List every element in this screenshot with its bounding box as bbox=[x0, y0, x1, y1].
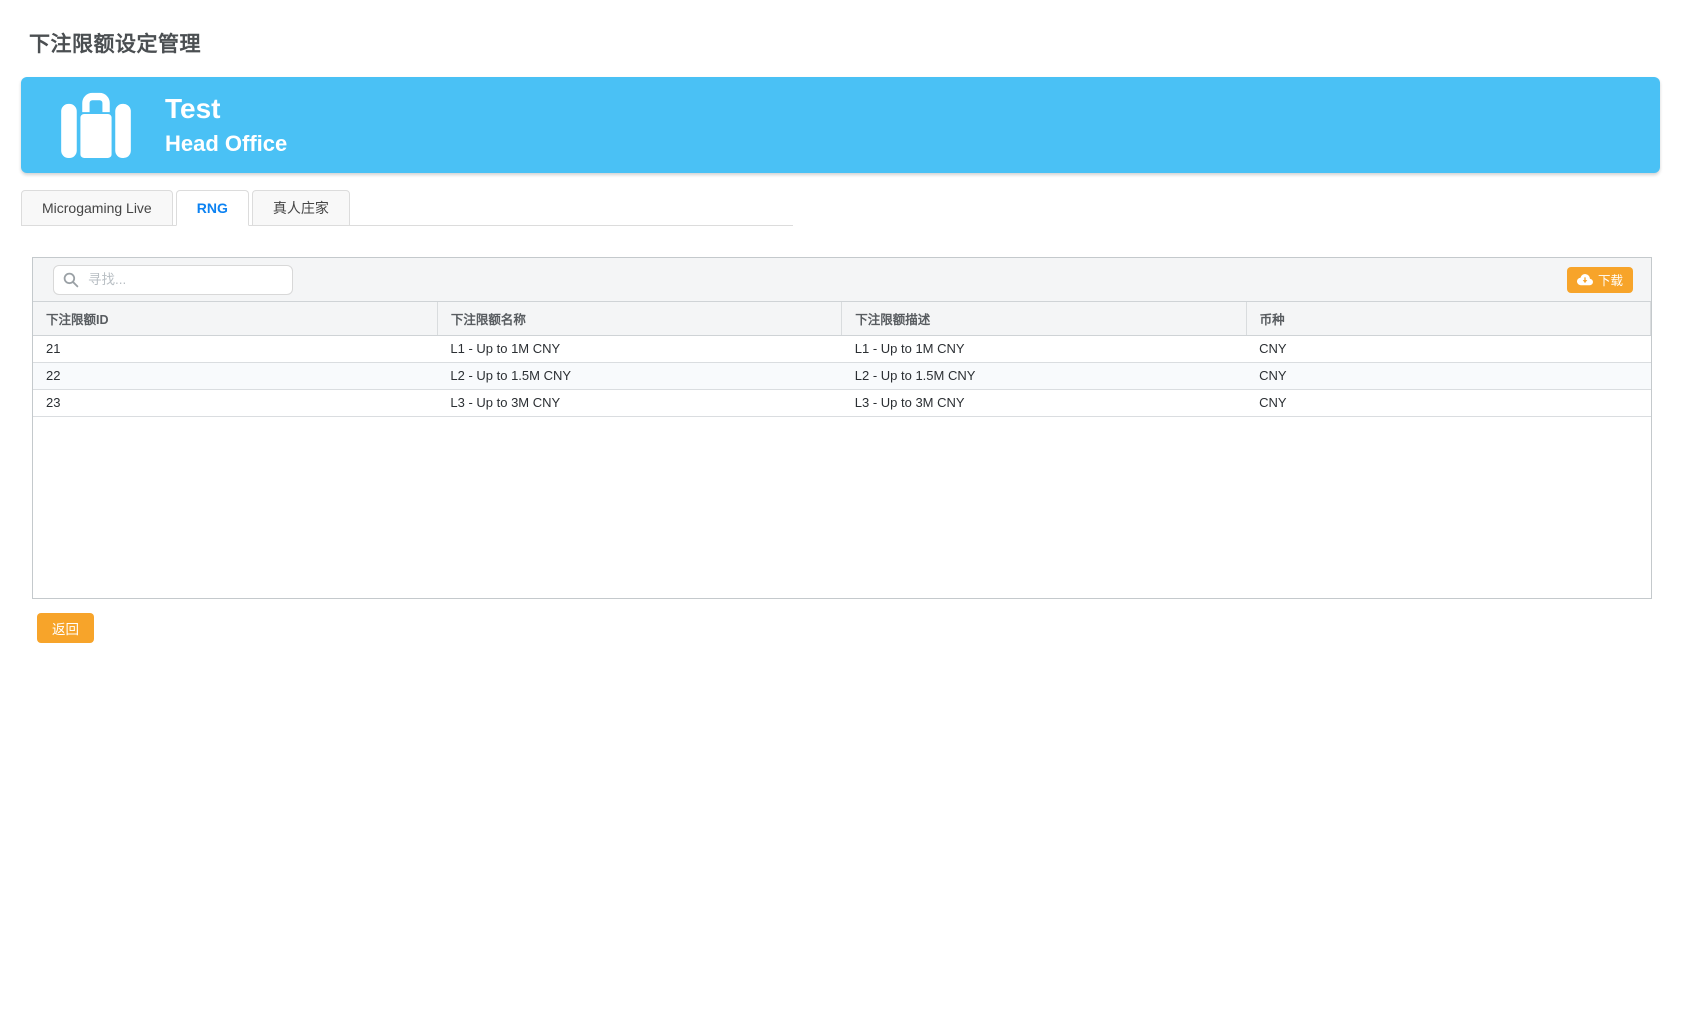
tab-bar: Microgaming LiveRNG真人庄家 bbox=[21, 190, 793, 226]
column-header-3: 币种 bbox=[1246, 302, 1650, 335]
table-cell: L2 - Up to 1.5M CNY bbox=[437, 362, 841, 389]
tab-microgaming-live[interactable]: Microgaming Live bbox=[21, 190, 173, 226]
briefcase-icon bbox=[60, 92, 132, 158]
table-cell: CNY bbox=[1246, 335, 1650, 362]
merchant-subtitle: Head Office bbox=[165, 132, 287, 156]
download-label: 下载 bbox=[1598, 270, 1623, 289]
table-cell: CNY bbox=[1246, 389, 1650, 416]
column-header-0: 下注限额ID bbox=[33, 302, 437, 335]
table-cell: L2 - Up to 1.5M CNY bbox=[842, 362, 1246, 389]
tab-真人庄家[interactable]: 真人庄家 bbox=[252, 190, 350, 226]
merchant-name: Test bbox=[165, 94, 287, 125]
table-cell: L3 - Up to 3M CNY bbox=[842, 389, 1246, 416]
back-button[interactable]: 返回 bbox=[37, 613, 94, 643]
cloud-download-icon bbox=[1577, 274, 1593, 286]
tab-rng[interactable]: RNG bbox=[176, 190, 249, 226]
table-cell: L1 - Up to 1M CNY bbox=[842, 335, 1246, 362]
table-cell: L3 - Up to 3M CNY bbox=[437, 389, 841, 416]
limits-panel: 下载 下注限额ID下注限额名称下注限额描述币种 21L1 - Up to 1M … bbox=[32, 257, 1652, 599]
table-cell: 23 bbox=[33, 389, 437, 416]
table-cell: CNY bbox=[1246, 362, 1650, 389]
panel-toolbar: 下载 bbox=[33, 258, 1651, 302]
download-button[interactable]: 下载 bbox=[1567, 267, 1633, 293]
table-body: 21L1 - Up to 1M CNYL1 - Up to 1M CNYCNY2… bbox=[33, 335, 1651, 416]
table-cell: 22 bbox=[33, 362, 437, 389]
table-row[interactable]: 23L3 - Up to 3M CNYL3 - Up to 3M CNYCNY bbox=[33, 389, 1651, 416]
column-header-1: 下注限额名称 bbox=[437, 302, 841, 335]
table-row[interactable]: 22L2 - Up to 1.5M CNYL2 - Up to 1.5M CNY… bbox=[33, 362, 1651, 389]
column-header-2: 下注限额描述 bbox=[842, 302, 1246, 335]
table-row[interactable]: 21L1 - Up to 1M CNYL1 - Up to 1M CNYCNY bbox=[33, 335, 1651, 362]
bet-limits-table: 下注限额ID下注限额名称下注限额描述币种 21L1 - Up to 1M CNY… bbox=[33, 302, 1651, 417]
table-cell: 21 bbox=[33, 335, 437, 362]
table-header-row: 下注限额ID下注限额名称下注限额描述币种 bbox=[33, 302, 1651, 335]
page-title: 下注限额设定管理 bbox=[29, 28, 1685, 58]
merchant-banner: Test Head Office bbox=[21, 77, 1660, 173]
search-input[interactable] bbox=[53, 265, 293, 295]
table-cell: L1 - Up to 1M CNY bbox=[437, 335, 841, 362]
search-wrap bbox=[53, 265, 293, 295]
panel-empty-area bbox=[33, 417, 1651, 599]
